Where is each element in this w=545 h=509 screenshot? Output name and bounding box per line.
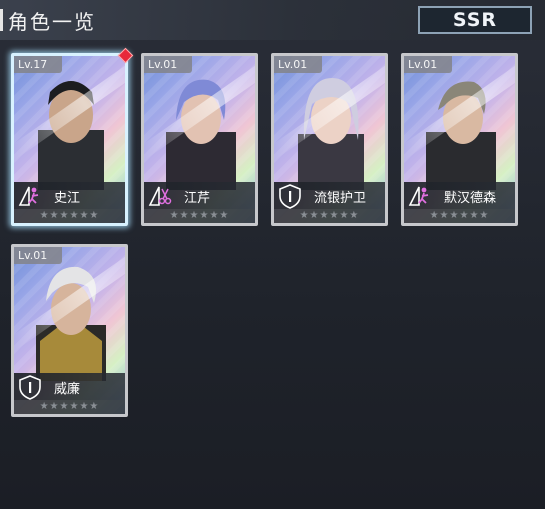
star-rating: ★★★★★★ <box>14 400 125 414</box>
level-badge: Lv.17 <box>14 56 62 73</box>
character-name: 流银护卫 <box>314 191 367 206</box>
level-badge: Lv.01 <box>274 56 322 73</box>
character-card-1[interactable]: Lv.17 史江 ★★★★★★ <box>11 53 128 226</box>
assault-figure-icon <box>408 186 429 206</box>
assault-figure-icon <box>18 186 39 206</box>
name-bar: 威廉 <box>14 373 125 400</box>
star-rating: ★★★★★★ <box>144 209 255 223</box>
character-card-4[interactable]: Lv.01 默汉德森 ★★★★★★ <box>401 53 518 226</box>
character-card-5[interactable]: Lv.01 威廉 ★★★★★★ <box>11 244 128 417</box>
character-name: 威廉 <box>54 382 81 397</box>
star-rating: ★★★★★★ <box>14 209 125 223</box>
character-card-2[interactable]: Lv.01 江芹 ★★★★★★ <box>141 53 258 226</box>
rarity-filter-button[interactable]: SSR <box>418 6 532 34</box>
shield-icon <box>19 375 41 400</box>
shield-icon <box>279 184 301 209</box>
name-bar: 默汉德森 <box>404 182 515 209</box>
header-bar: 角色一览 SSR <box>0 0 545 40</box>
name-bar: 流银护卫 <box>274 182 385 209</box>
level-badge: Lv.01 <box>404 56 452 73</box>
level-badge: Lv.01 <box>14 247 62 264</box>
scissors-icon <box>148 186 172 206</box>
name-bar: 江芹 <box>144 182 255 209</box>
character-card-3[interactable]: Lv.01 流银护卫 ★★★★★★ <box>271 53 388 226</box>
name-bar: 史江 <box>14 182 125 209</box>
character-name: 默汉德森 <box>444 191 497 206</box>
star-rating: ★★★★★★ <box>404 209 515 223</box>
page-title: 角色一览 <box>8 10 96 34</box>
star-rating: ★★★★★★ <box>274 209 385 223</box>
title-accent <box>0 9 3 31</box>
character-name: 史江 <box>54 191 81 206</box>
level-badge: Lv.01 <box>144 56 192 73</box>
character-name: 江芹 <box>184 191 211 206</box>
